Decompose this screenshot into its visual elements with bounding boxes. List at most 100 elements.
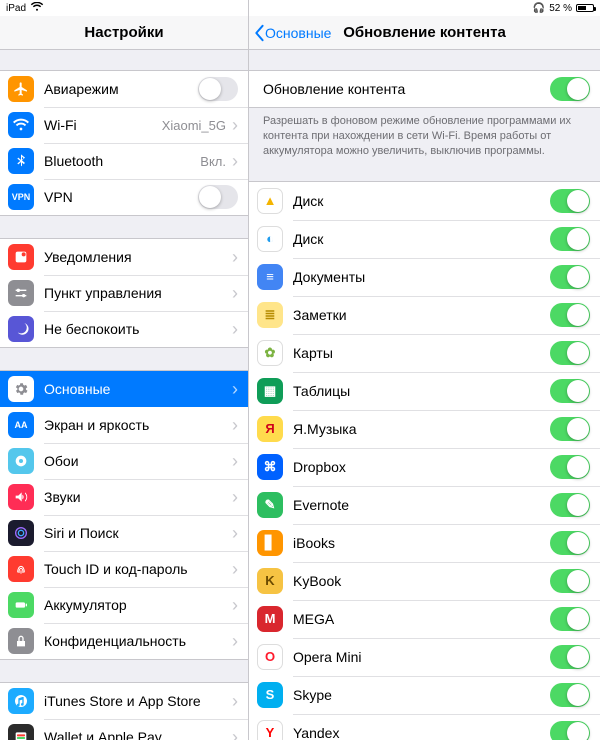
control-icon [8, 280, 34, 306]
app-label: MEGA [293, 611, 550, 627]
gdocs-toggle[interactable] [550, 265, 590, 289]
app-row-ibooks: ▋ iBooks [249, 524, 600, 562]
ydisk-app-icon: ◐ [257, 226, 283, 252]
settings-row-display[interactable]: AAЭкран и яркость› [0, 407, 248, 443]
settings-list[interactable]: АвиарежимWi-FiXiaomi_5G›BluetoothВкл.›VP… [0, 50, 248, 740]
sounds-icon [8, 484, 34, 510]
wallpaper-icon [8, 448, 34, 474]
skype-toggle[interactable] [550, 683, 590, 707]
app-row-gdocs: ≡Документы [249, 258, 600, 296]
kybook-toggle[interactable] [550, 569, 590, 593]
settings-row-vpn[interactable]: VPNVPN [0, 179, 248, 215]
ymusic-toggle[interactable] [550, 417, 590, 441]
settings-row-wifi[interactable]: Wi-FiXiaomi_5G› [0, 107, 248, 143]
settings-row-itunes[interactable]: iTunes Store и App Store› [0, 683, 248, 719]
status-bar-right: 🎧 52 % [249, 0, 600, 16]
notifications-icon [8, 244, 34, 270]
row-label: Wallet и Apple Pay [44, 729, 232, 740]
chevron-right-icon: › [232, 596, 238, 614]
chevron-right-icon: › [232, 524, 238, 542]
settings-row-wallet[interactable]: Wallet и Apple Pay› [0, 719, 248, 740]
battery-icon [8, 592, 34, 618]
ydisk-toggle[interactable] [550, 227, 590, 251]
wallet-icon [8, 724, 34, 740]
app-row-mega: MMEGA [249, 600, 600, 638]
wifi-icon [30, 2, 44, 15]
yandex-toggle[interactable] [550, 721, 590, 740]
app-row-yandex: YYandex [249, 714, 600, 740]
kybook-app-icon: K [257, 568, 283, 594]
chevron-right-icon: › [232, 692, 238, 710]
bluetooth-icon [8, 148, 34, 174]
ymaps-toggle[interactable] [550, 341, 590, 365]
display-icon: AA [8, 412, 34, 438]
settings-row-control[interactable]: Пункт управления› [0, 275, 248, 311]
row-label: Уведомления [44, 249, 232, 265]
settings-row-bluetooth[interactable]: BluetoothВкл.› [0, 143, 248, 179]
dropbox-app-icon: ⌘ [257, 454, 283, 480]
row-label: Siri и Поиск [44, 525, 232, 541]
row-label: Пункт управления [44, 285, 232, 301]
settings-row-wallpaper[interactable]: Обои› [0, 443, 248, 479]
app-label: iBooks [293, 535, 550, 551]
dropbox-toggle[interactable] [550, 455, 590, 479]
settings-row-privacy[interactable]: Конфиденциальность› [0, 623, 248, 659]
wifi-icon [8, 112, 34, 138]
row-value: Xiaomi_5G [162, 118, 226, 133]
chevron-right-icon: › [232, 416, 238, 434]
dnd-icon [8, 316, 34, 342]
settings-row-touchid[interactable]: Touch ID и код-пароль› [0, 551, 248, 587]
master-toggle[interactable] [550, 77, 590, 101]
settings-row-airplane[interactable]: Авиарежим [0, 71, 248, 107]
settings-row-general[interactable]: Основные› [0, 371, 248, 407]
app-label: Документы [293, 269, 550, 285]
notes-app-icon: ≣ [257, 302, 283, 328]
app-row-gdrive: ▲ Диск [249, 182, 600, 220]
row-label: Touch ID и код-пароль [44, 561, 232, 577]
device-name: iPad [6, 3, 26, 14]
ibooks-toggle[interactable] [550, 531, 590, 555]
mega-toggle[interactable] [550, 607, 590, 631]
settings-row-battery[interactable]: Аккумулятор› [0, 587, 248, 623]
app-label: Skype [293, 687, 550, 703]
ibooks-app-icon: ▋ [257, 530, 283, 556]
siri-icon [8, 520, 34, 546]
evernote-toggle[interactable] [550, 493, 590, 517]
settings-row-sounds[interactable]: Звуки› [0, 479, 248, 515]
app-label: Opera Mini [293, 649, 550, 665]
yandex-app-icon: Y [257, 720, 283, 740]
settings-row-siri[interactable]: Siri и Поиск› [0, 515, 248, 551]
privacy-icon [8, 628, 34, 654]
airplane-toggle[interactable] [198, 77, 238, 101]
chevron-right-icon: › [232, 320, 238, 338]
status-bar-left: iPad [0, 0, 248, 16]
chevron-right-icon: › [232, 452, 238, 470]
back-button[interactable]: Основные [253, 24, 331, 42]
gsheets-toggle[interactable] [550, 379, 590, 403]
gdrive-app-icon: ▲ [257, 188, 283, 214]
app-label: Карты [293, 345, 550, 361]
app-label: Диск [293, 193, 550, 209]
gdrive-toggle[interactable] [550, 189, 590, 213]
back-label: Основные [265, 25, 331, 41]
chevron-right-icon: › [232, 728, 238, 740]
app-label: Диск [293, 231, 550, 247]
vpn-toggle[interactable] [198, 185, 238, 209]
touchid-icon [8, 556, 34, 582]
notes-toggle[interactable] [550, 303, 590, 327]
app-row-evernote: ✎Evernote [249, 486, 600, 524]
chevron-right-icon: › [232, 488, 238, 506]
evernote-app-icon: ✎ [257, 492, 283, 518]
settings-row-notifications[interactable]: Уведомления› [0, 239, 248, 275]
app-row-opera: OOpera Mini [249, 638, 600, 676]
app-label: Я.Музыка [293, 421, 550, 437]
app-label: Заметки [293, 307, 550, 323]
detail-scroll[interactable]: Обновление контента Разрешать в фоновом … [249, 50, 600, 740]
opera-toggle[interactable] [550, 645, 590, 669]
row-label: Не беспокоить [44, 321, 232, 337]
row-label: Аккумулятор [44, 597, 232, 613]
settings-row-dnd[interactable]: Не беспокоить› [0, 311, 248, 347]
master-toggle-row: Обновление контента [249, 71, 600, 107]
ymaps-app-icon: ✿ [257, 340, 283, 366]
app-row-ydisk: ◐ Диск [249, 220, 600, 258]
